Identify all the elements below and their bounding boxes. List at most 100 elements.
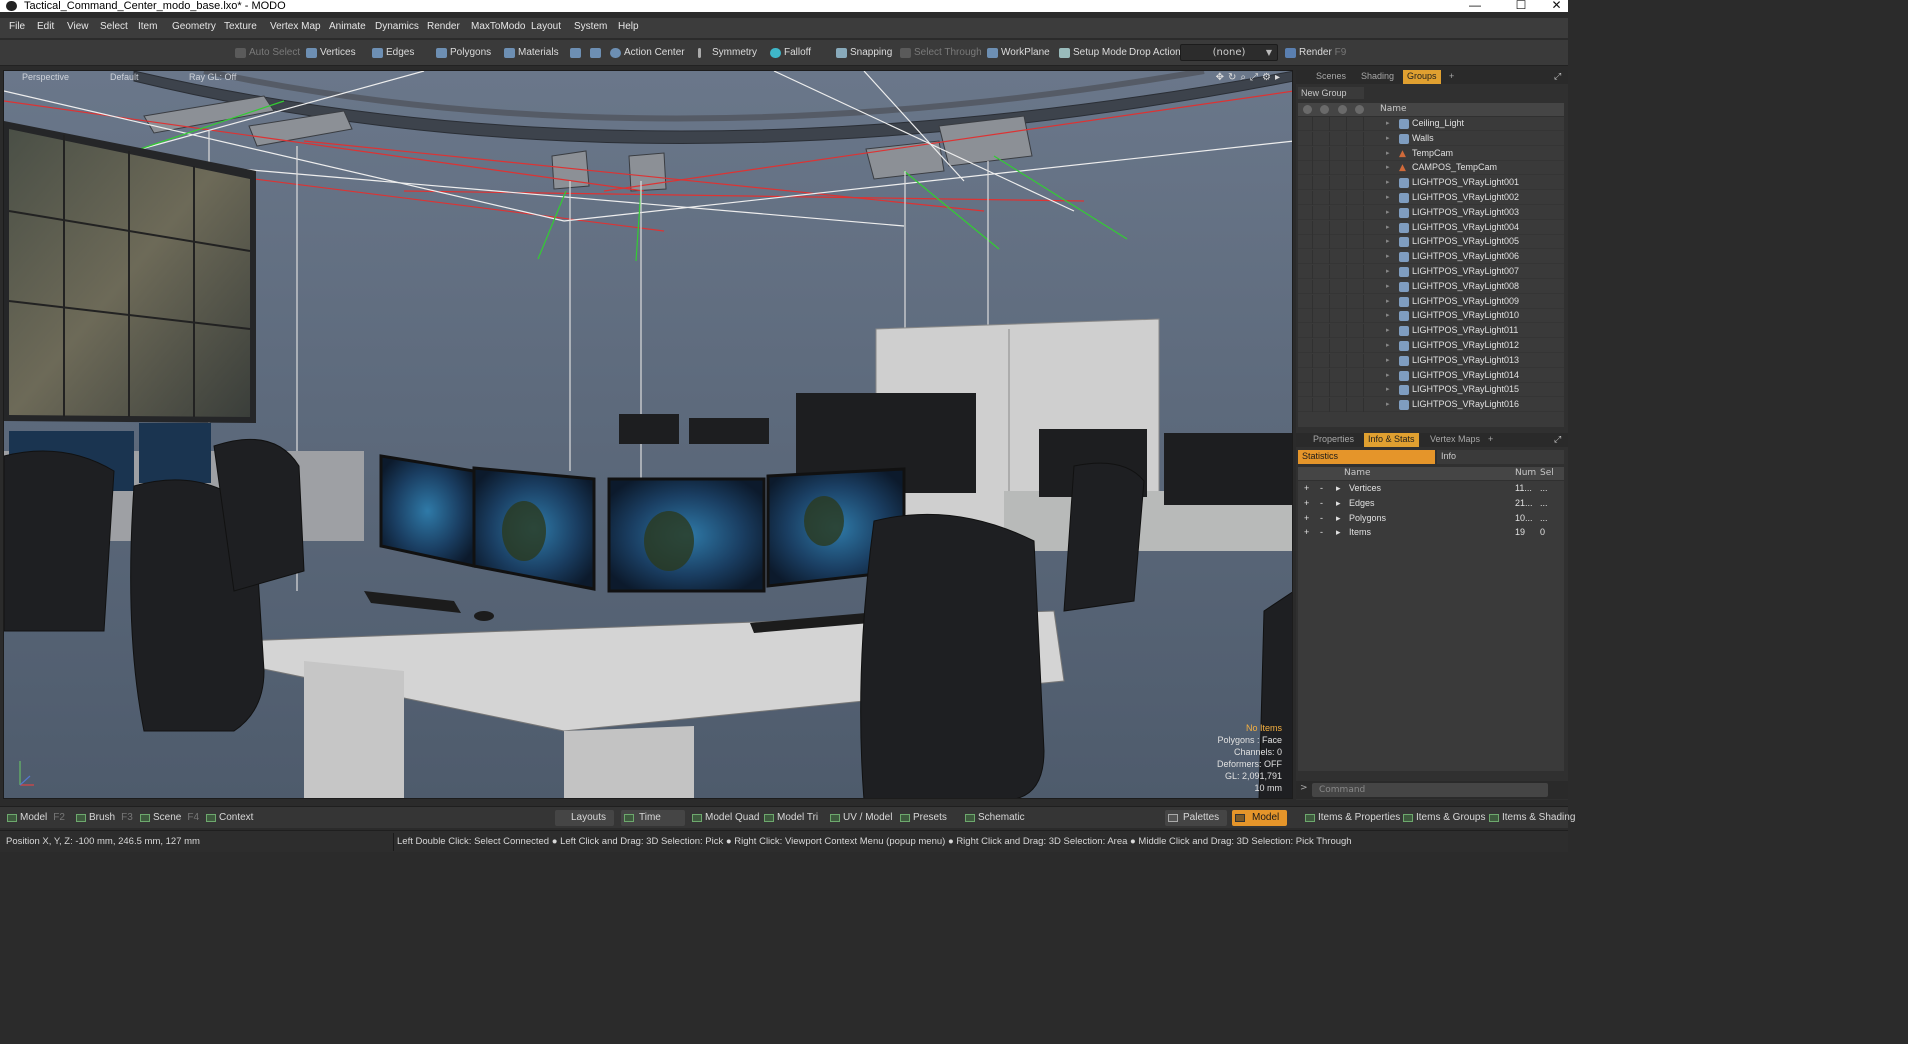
visibility-cell[interactable]	[1298, 294, 1313, 309]
expand-arrow-icon[interactable]: ▸	[1386, 297, 1390, 305]
visibility-cell[interactable]	[1315, 368, 1330, 383]
menu-file[interactable]: File	[9, 21, 25, 32]
visibility-cell[interactable]	[1349, 368, 1364, 383]
visibility-cell[interactable]	[1349, 339, 1364, 353]
layouts-button[interactable]: Layouts	[555, 810, 615, 826]
plus-icon[interactable]: +	[1304, 483, 1309, 493]
expand-arrow-icon[interactable]: ▸	[1386, 385, 1390, 393]
visibility-cell[interactable]	[1349, 353, 1364, 368]
visibility-cell[interactable]	[1315, 205, 1330, 220]
minimize-button[interactable]: —	[1452, 0, 1498, 12]
lock-icon[interactable]	[1338, 105, 1347, 114]
context-button[interactable]: Context	[203, 810, 253, 826]
menu-dynamics[interactable]: Dynamics	[375, 21, 419, 32]
group-list-item[interactable]: ▸ LIGHTPOS_VRayLight012	[1298, 339, 1564, 353]
visibility-cell[interactable]	[1332, 294, 1347, 309]
visibility-cell[interactable]	[1332, 131, 1347, 146]
expand-arrow-icon[interactable]: ▸	[1386, 119, 1390, 127]
visibility-cell[interactable]	[1332, 191, 1347, 205]
visibility-cell[interactable]	[1298, 161, 1313, 176]
visibility-cell[interactable]	[1298, 205, 1313, 220]
group-list-item[interactable]: ▸ ▲ CAMPOS_TempCam	[1298, 161, 1564, 176]
maximize-button[interactable]: ☐	[1498, 0, 1544, 12]
visibility-cell[interactable]	[1332, 161, 1347, 176]
action-center-button[interactable]: Action Center	[608, 44, 685, 62]
visibility-cell[interactable]	[1332, 309, 1347, 324]
menu-animate[interactable]: Animate	[329, 21, 366, 32]
viewport-style-selector[interactable]: Default	[110, 72, 139, 82]
render-visibility-icon[interactable]	[1320, 105, 1329, 114]
menu-render[interactable]: Render	[427, 21, 460, 32]
visibility-cell[interactable]	[1332, 353, 1347, 368]
expand-arrow-icon[interactable]: ▸	[1386, 282, 1390, 290]
stat-row[interactable]: + - ▸ Vertices 11......	[1298, 481, 1564, 496]
visibility-cell[interactable]	[1349, 309, 1364, 324]
schematic-button[interactable]: Schematic	[962, 810, 1025, 826]
group-list-item[interactable]: ▸ LIGHTPOS_VRayLight004	[1298, 220, 1564, 235]
visibility-cell[interactable]	[1332, 250, 1347, 265]
menu-item[interactable]: Item	[138, 21, 157, 32]
visibility-cell[interactable]	[1332, 117, 1347, 131]
group-list-item[interactable]: ▸ Walls	[1298, 131, 1564, 146]
expand-arrow-icon[interactable]: ▸	[1386, 356, 1390, 364]
visibility-cell[interactable]	[1298, 191, 1313, 205]
visibility-cell[interactable]	[1298, 146, 1313, 161]
visibility-cell[interactable]	[1349, 250, 1364, 265]
select-mode-button-a[interactable]	[568, 44, 584, 62]
items-shading-button[interactable]: Items & Shading	[1486, 810, 1575, 826]
expand-arrow-icon[interactable]: ▸	[1336, 527, 1341, 538]
visibility-cell[interactable]	[1349, 161, 1364, 176]
tab-properties[interactable]: Properties	[1313, 434, 1354, 444]
visibility-cell[interactable]	[1315, 398, 1330, 413]
group-list-item[interactable]: ▸ LIGHTPOS_VRayLight006	[1298, 250, 1564, 265]
polygons-button[interactable]: Polygons	[434, 44, 491, 62]
items-groups-button[interactable]: Items & Groups	[1400, 810, 1485, 826]
group-list-item[interactable]: ▸ LIGHTPOS_VRayLight014	[1298, 368, 1564, 383]
visibility-cell[interactable]	[1349, 265, 1364, 279]
group-list-item[interactable]: ▸ LIGHTPOS_VRayLight011	[1298, 324, 1564, 339]
visibility-cell[interactable]	[1332, 220, 1347, 235]
visibility-cell[interactable]	[1349, 131, 1364, 146]
group-list-item[interactable]: ▸ LIGHTPOS_VRayLight009	[1298, 294, 1564, 309]
visibility-cell[interactable]	[1349, 146, 1364, 161]
expand-icon[interactable]: ⤢	[1554, 71, 1561, 82]
command-input[interactable]: Command	[1312, 783, 1548, 797]
group-list-item[interactable]: ▸ LIGHTPOS_VRayLight007	[1298, 265, 1564, 279]
plus-icon[interactable]: +	[1304, 498, 1309, 508]
visibility-cell[interactable]	[1349, 205, 1364, 220]
workplane-button[interactable]: WorkPlane	[985, 44, 1050, 62]
edges-button[interactable]: Edges	[370, 44, 414, 62]
tab-vertex-maps[interactable]: Vertex Maps	[1430, 434, 1480, 444]
scene-mode-button[interactable]: Scene F4	[137, 810, 199, 826]
time-button[interactable]: Time	[621, 810, 685, 826]
expand-arrow-icon[interactable]: ▸	[1386, 371, 1390, 379]
visibility-cell[interactable]	[1315, 294, 1330, 309]
visibility-cell[interactable]	[1298, 235, 1313, 250]
expand-arrow-icon[interactable]: ▸	[1386, 178, 1390, 186]
expand-arrow-icon[interactable]: ▸	[1386, 237, 1390, 245]
menu-help[interactable]: Help	[618, 21, 639, 32]
visibility-cell[interactable]	[1298, 353, 1313, 368]
minus-icon[interactable]: -	[1320, 483, 1323, 493]
visibility-cell[interactable]	[1332, 324, 1347, 339]
expand-arrow-icon[interactable]: ▸	[1386, 326, 1390, 334]
visibility-cell[interactable]	[1298, 339, 1313, 353]
visibility-cell[interactable]	[1315, 146, 1330, 161]
expand-arrow-icon[interactable]: ▸	[1336, 498, 1341, 509]
visibility-cell[interactable]	[1298, 383, 1313, 398]
model-layout-button-active[interactable]: Model	[1232, 810, 1288, 826]
visibility-cell[interactable]	[1315, 353, 1330, 368]
visibility-cell[interactable]	[1315, 279, 1330, 294]
visibility-cell[interactable]	[1298, 309, 1313, 324]
visibility-cell[interactable]	[1332, 279, 1347, 294]
visibility-cell[interactable]	[1298, 368, 1313, 383]
view-type-selector[interactable]: Perspective	[22, 72, 69, 82]
visibility-cell[interactable]	[1315, 265, 1330, 279]
visibility-cell[interactable]	[1332, 368, 1347, 383]
visibility-cell[interactable]	[1349, 235, 1364, 250]
model-tri-button[interactable]: Model Tri	[761, 810, 818, 826]
visibility-cell[interactable]	[1349, 294, 1364, 309]
menu-view[interactable]: View	[67, 21, 89, 32]
visibility-cell[interactable]	[1332, 398, 1347, 413]
group-list-item[interactable]: ▸ LIGHTPOS_VRayLight005	[1298, 235, 1564, 250]
